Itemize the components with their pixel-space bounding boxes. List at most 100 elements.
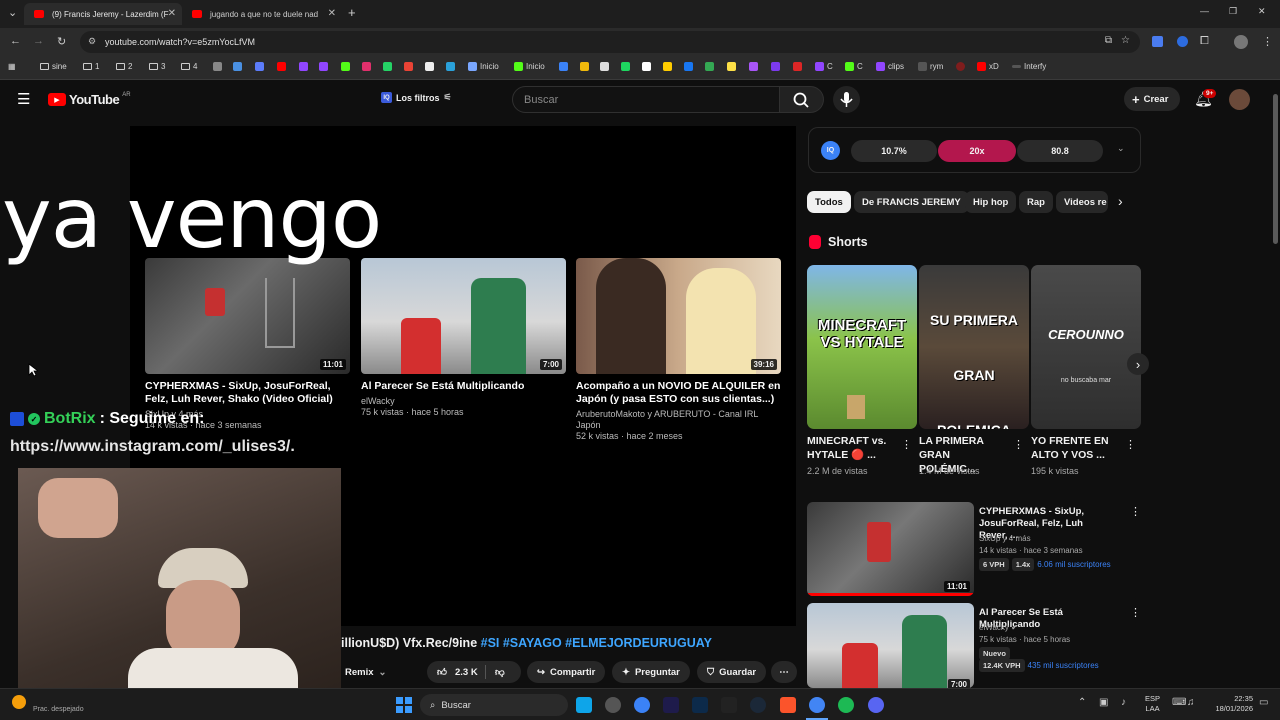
bookmark-icon-only[interactable] <box>446 62 455 71</box>
shorts-next-button[interactable]: › <box>1127 353 1149 375</box>
restore-button[interactable]: ❐ <box>1229 6 1237 17</box>
spotify-icon[interactable] <box>838 697 854 713</box>
back-icon[interactable]: ← <box>10 35 21 47</box>
reload-icon[interactable]: ↻ <box>57 35 66 48</box>
discord-icon[interactable] <box>868 697 884 713</box>
save-button[interactable]: ⛉ Guardar <box>697 661 767 683</box>
share-button[interactable]: ↪ Compartir <box>527 661 606 683</box>
bookmark-icon-only[interactable] <box>771 62 780 71</box>
bookmark-rym[interactable]: rym <box>918 62 943 71</box>
bookmark-icon-only[interactable] <box>362 62 371 71</box>
recommended-video[interactable]: 7:00 Al Parecer Se Está Multiplicando el… <box>807 603 1147 688</box>
brave-icon[interactable] <box>780 697 796 713</box>
bookmark-inicio[interactable]: Inicio <box>468 62 499 71</box>
search-button[interactable] <box>780 86 824 113</box>
ask-button[interactable]: ✦ Preguntar <box>612 661 690 683</box>
close-window-button[interactable]: ✕ <box>1258 6 1266 17</box>
bookmark-icon-only[interactable] <box>341 62 350 71</box>
bookmark-inicio[interactable]: Inicio <box>514 62 545 71</box>
more-vert-icon[interactable]: ⋮ <box>1125 438 1136 451</box>
tab-active[interactable]: (9) Francis Jeremy - Lazerdim (F ✕ <box>24 3 182 25</box>
close-tab-icon[interactable]: ✕ <box>328 8 336 19</box>
bookmark-icon-only[interactable] <box>793 62 802 71</box>
short-thumbnail[interactable]: CEROUNNO no buscaba mar <box>1031 265 1141 429</box>
thumbs-down-icon[interactable]: 👎︎ <box>495 666 505 678</box>
app-icon[interactable] <box>634 697 650 713</box>
endcard-video[interactable]: 39:16 Acompaño a un NOVIO DE ALQUILER en… <box>576 258 781 442</box>
chip-hiphop[interactable]: Hip hop <box>965 191 1017 213</box>
premiere-icon[interactable] <box>663 697 679 713</box>
address-bar[interactable]: ⚙ youtube.com/watch?v=e5zmYocLfVM ⧉ ☆ <box>80 31 1140 53</box>
microphone-tray-icon[interactable]: ♪ <box>1121 697 1126 708</box>
short-thumbnail[interactable]: SU PRIMERA GRAN POLEMICA <box>919 265 1029 429</box>
youtube-logo[interactable]: ▶ YouTube AR <box>48 92 131 107</box>
page-scrollbar[interactable] <box>1272 82 1280 688</box>
chip-videos[interactable]: Videos re <box>1056 191 1108 213</box>
bookmark-icon-only[interactable] <box>642 62 651 71</box>
bookmark-icon-only[interactable] <box>255 62 264 71</box>
tray-expand-icon[interactable]: ⌃ <box>1078 697 1086 708</box>
windows-start-icon[interactable] <box>396 697 412 713</box>
extensions-puzzle-icon[interactable]: ⧠ <box>1200 35 1209 48</box>
language-indicator[interactable]: ESP LAA <box>1145 694 1160 714</box>
chrome-icon[interactable] <box>809 697 825 713</box>
bookmark-icon-only[interactable] <box>299 62 308 71</box>
translate-extension-icon[interactable] <box>1152 36 1163 47</box>
bookmark-icon-only[interactable] <box>213 62 222 71</box>
bookmark-icon-only[interactable] <box>425 62 434 71</box>
tab-inactive[interactable]: jugando a que no te duele nad ✕ <box>182 3 342 25</box>
more-vert-icon[interactable]: ⋮ <box>1130 606 1141 619</box>
bookmark-folder[interactable]: 3 <box>149 62 165 71</box>
bookmark-icon-only[interactable] <box>600 62 609 71</box>
bookmark-folder[interactable]: sine <box>40 62 67 71</box>
bookmark-icon-only[interactable] <box>956 62 965 71</box>
weather-icon[interactable] <box>12 695 26 709</box>
short-title[interactable]: YO FRENTE EN ALTO Y VOS ... <box>1031 434 1121 462</box>
thumbs-up-icon[interactable]: 👍︎ <box>437 666 447 678</box>
bookmark-icon-only[interactable] <box>383 62 392 71</box>
bookmark-icon-only[interactable] <box>559 62 568 71</box>
bookmark-folder[interactable]: 2 <box>116 62 132 71</box>
bookmark-icon-only[interactable] <box>277 62 286 71</box>
bookmark-icon-only[interactable] <box>749 62 758 71</box>
bookmark-c[interactable]: C <box>815 62 833 71</box>
network-icon[interactable]: ⌨ <box>1172 697 1186 708</box>
bookmark-folder[interactable]: 1 <box>83 62 99 71</box>
bookmark-icon-only[interactable] <box>319 62 328 71</box>
profile-avatar[interactable] <box>1234 35 1248 49</box>
forward-icon[interactable]: → <box>33 35 44 47</box>
epic-games-icon[interactable] <box>721 697 737 713</box>
bookmark-icon-only[interactable] <box>233 62 242 71</box>
bookmark-xd[interactable]: xD <box>977 62 999 71</box>
minimize-button[interactable]: — <box>1200 6 1209 16</box>
bookmark-icon-only[interactable] <box>684 62 693 71</box>
endcard-video[interactable]: 11:01 CYPHERXMAS - SixUp, JosuForReal, F… <box>145 258 350 431</box>
bookmark-icon-only[interactable] <box>404 62 413 71</box>
chip-todos[interactable]: Todos <box>807 191 851 213</box>
tab-list-icon[interactable]: ⌄ <box>8 6 17 19</box>
chevron-down-icon[interactable]: ⌄ <box>1117 143 1125 154</box>
chevron-right-icon[interactable]: › <box>1118 193 1123 209</box>
bookmark-clips[interactable]: clips <box>876 62 904 71</box>
close-tab-icon[interactable]: ✕ <box>168 8 176 19</box>
scrollbar-thumb[interactable] <box>1273 94 1278 244</box>
short-thumbnail[interactable]: MINECRAFT VS HYTALE <box>807 265 917 429</box>
bookmark-c[interactable]: C <box>845 62 863 71</box>
endcard-video[interactable]: 7:00 Al Parecer Se Está Multiplicando el… <box>361 258 566 418</box>
video-hashtags[interactable]: #SI #SAYAGO #ELMEJORDEURUGUAY <box>481 636 712 650</box>
notification-center-icon[interactable]: ▭ <box>1259 697 1268 708</box>
taskview-icon[interactable] <box>576 697 592 713</box>
create-button[interactable]: + Crear <box>1124 87 1180 111</box>
more-vert-icon[interactable]: ⋮ <box>901 438 912 451</box>
chip-rap[interactable]: Rap <box>1019 191 1053 213</box>
more-actions-button[interactable]: ⋯ <box>771 661 797 683</box>
new-tab-button[interactable]: + <box>348 5 356 20</box>
bookmark-icon-only[interactable] <box>580 62 589 71</box>
filters-button[interactable]: IQ Los filtros ⚟ <box>381 92 452 103</box>
bookmark-icon-only[interactable] <box>621 62 630 71</box>
clock[interactable]: 22:35 18/01/2026 <box>1207 694 1253 714</box>
hamburger-menu-icon[interactable]: ☰ <box>17 90 30 108</box>
more-vert-icon[interactable]: ⋮ <box>1013 438 1024 451</box>
tray-app-icon[interactable]: ▣ <box>1099 697 1108 708</box>
more-vert-icon[interactable]: ⋮ <box>1130 505 1141 518</box>
